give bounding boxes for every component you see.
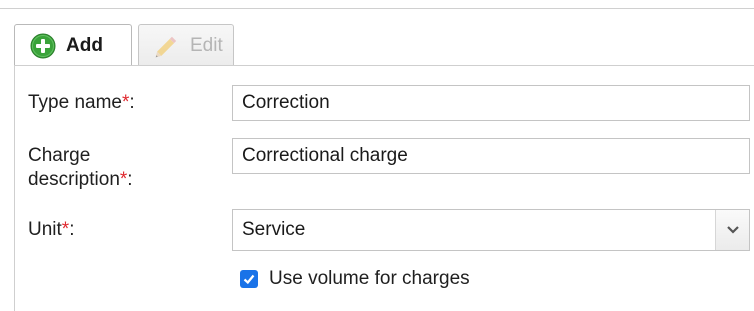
label-colon: : <box>129 92 135 113</box>
tab-add[interactable]: Add <box>14 24 132 67</box>
use-volume-checkbox[interactable] <box>240 270 258 288</box>
use-volume-label[interactable]: Use volume for charges <box>269 268 470 290</box>
panel-top-border <box>14 65 754 66</box>
type-name-label-text: Type name <box>28 92 122 113</box>
tab-add-label: Add <box>66 34 103 56</box>
charge-description-label: Charge description*: <box>28 144 133 192</box>
tab-bar: Add Edit <box>14 22 234 67</box>
checkmark-icon <box>243 274 255 285</box>
charge-description-value: Correctional charge <box>242 145 408 166</box>
panel-left-border <box>14 65 15 311</box>
unit-selected-value: Service <box>242 219 306 240</box>
tab-edit[interactable]: Edit <box>138 24 234 66</box>
unit-select[interactable]: Service <box>232 209 750 251</box>
plus-circle-icon <box>29 32 57 60</box>
charge-description-label-line1: Charge <box>28 145 91 166</box>
pencil-icon <box>153 32 181 60</box>
label-colon: : <box>127 169 133 190</box>
unit-label: Unit*: <box>28 218 74 242</box>
chevron-down-icon <box>726 210 740 250</box>
type-name-value: Correction <box>242 92 330 113</box>
type-name-label: Type name*: <box>28 91 135 115</box>
charge-description-input[interactable]: Correctional charge <box>232 138 750 174</box>
unit-label-text: Unit <box>28 219 62 240</box>
type-name-input[interactable]: Correction <box>232 85 750 121</box>
top-divider <box>0 8 754 9</box>
label-colon: : <box>69 219 75 240</box>
charge-description-label-line2: description <box>28 169 120 190</box>
use-volume-row: Use volume for charges <box>240 268 470 290</box>
tab-edit-label: Edit <box>190 34 223 56</box>
form-window: Add Edit Type name*: Correction Charge d… <box>0 0 754 311</box>
unit-dropdown-button[interactable] <box>715 210 749 250</box>
